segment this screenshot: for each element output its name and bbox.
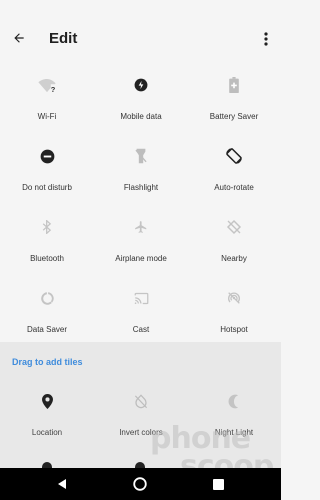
tile-label: Cast [132, 325, 150, 334]
tile-label: Bluetooth [30, 254, 64, 263]
tile-nearby[interactable]: Nearby [187, 210, 281, 281]
mobile-data-icon [130, 74, 152, 96]
flashlight-off-icon [130, 145, 152, 167]
bluetooth-icon [36, 216, 58, 238]
tile-label: Hotspot [220, 325, 248, 334]
wifi-unknown-icon: ? [36, 74, 58, 96]
tile-label: Nearby [221, 254, 247, 263]
tile-label: Auto-rotate [214, 183, 254, 192]
airplane-icon [130, 216, 152, 238]
tile-bluetooth[interactable]: Bluetooth [0, 210, 94, 281]
tile-location[interactable]: Location [0, 384, 94, 455]
overflow-menu-button[interactable] [259, 30, 273, 48]
invert-colors-off-icon [130, 390, 152, 412]
nav-home-button[interactable] [130, 474, 150, 494]
tile-label: Battery Saver [209, 112, 259, 121]
data-saver-icon [36, 287, 58, 309]
app-bar: Edit [0, 0, 281, 62]
hotspot-off-icon [223, 287, 245, 309]
svg-text:?: ? [51, 85, 56, 93]
tile-do-not-disturb[interactable]: Do not disturb [0, 139, 94, 210]
auto-rotate-icon [223, 145, 245, 167]
tile-label: Night Light [214, 428, 254, 437]
nav-recents-button[interactable] [208, 474, 228, 494]
nearby-off-icon [223, 216, 245, 238]
tile-flashlight[interactable]: Flashlight [94, 139, 188, 210]
nav-recents-icon [212, 478, 224, 490]
arrow-left-icon [14, 33, 24, 43]
active-tiles-grid: ? Wi-Fi Mobile data Battery Saver Do not… [0, 62, 281, 342]
tile-label: Invert colors [119, 428, 163, 437]
drag-to-add-heading: Drag to add tiles [12, 357, 83, 367]
back-button[interactable] [10, 29, 28, 47]
tile-label: Wi-Fi [37, 112, 57, 121]
nav-back-button[interactable] [52, 474, 72, 494]
battery-saver-icon [223, 74, 245, 96]
tile-airplane-mode[interactable]: Airplane mode [94, 210, 188, 281]
tile-label: Do not disturb [22, 183, 72, 192]
do-not-disturb-icon [36, 145, 58, 167]
more-vert-icon [264, 32, 268, 46]
cast-icon [130, 287, 152, 309]
tile-label: Airplane mode [115, 254, 167, 263]
tile-label: Mobile data [120, 112, 162, 121]
tile-wifi[interactable]: ? Wi-Fi [0, 68, 94, 139]
tile-battery-saver[interactable]: Battery Saver [187, 68, 281, 139]
page-title: Edit [49, 30, 78, 47]
nav-back-icon [58, 479, 66, 489]
location-pin-icon [36, 390, 58, 412]
tile-label: Flashlight [123, 183, 159, 192]
tile-label: Data Saver [26, 325, 68, 334]
tile-auto-rotate[interactable]: Auto-rotate [187, 139, 281, 210]
tile-invert-colors[interactable]: Invert colors [94, 384, 188, 455]
tile-mobile-data[interactable]: Mobile data [94, 68, 188, 139]
tile-night-light[interactable]: Night Light [187, 384, 281, 455]
system-nav-bar [0, 468, 281, 500]
night-light-icon [223, 390, 245, 412]
nav-home-icon [133, 477, 147, 491]
tile-label: Location [31, 428, 63, 437]
